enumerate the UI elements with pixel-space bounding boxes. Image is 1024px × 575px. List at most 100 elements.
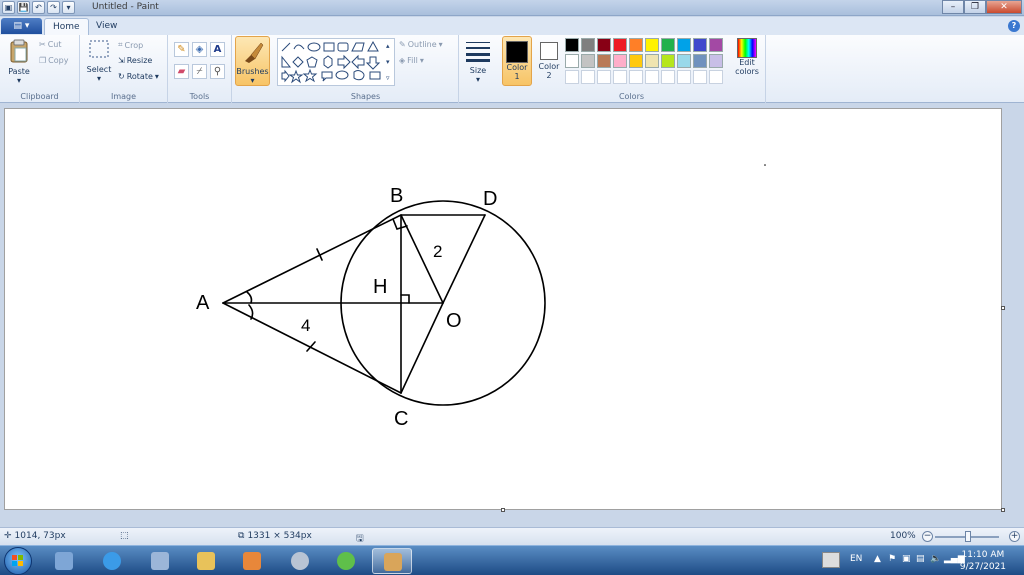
palette-swatch[interactable] <box>629 54 643 68</box>
resize-handle-corner[interactable] <box>1001 508 1005 512</box>
action-center-icon[interactable] <box>822 552 840 568</box>
taskbar-app-1[interactable] <box>44 548 84 574</box>
palette-swatch[interactable] <box>709 38 723 52</box>
start-button[interactable] <box>4 547 32 575</box>
palette-swatch[interactable] <box>597 70 611 84</box>
resize-button[interactable]: ⇲ Resize <box>118 56 152 65</box>
show-hidden-icons[interactable]: ▲ <box>874 554 881 564</box>
volume-icon[interactable]: 🔈 <box>930 554 941 564</box>
drawing-canvas[interactable]: A B D C H O 2 4 <box>4 108 1002 510</box>
tray-icon-1[interactable]: ⚑ <box>888 554 896 564</box>
zoom-slider-thumb[interactable] <box>965 531 971 542</box>
brushes-button[interactable]: Brushes ▾ <box>235 36 270 86</box>
tray-icon-2[interactable]: ▣ <box>902 554 911 564</box>
size-button[interactable]: Size ▾ <box>463 40 493 84</box>
palette-swatch[interactable] <box>661 54 675 68</box>
palette-swatch[interactable] <box>677 38 691 52</box>
tray-icon-3[interactable]: ▤ <box>916 554 925 564</box>
language-indicator[interactable]: EN <box>850 554 862 564</box>
paste-dropdown-icon[interactable]: ▾ <box>4 76 34 85</box>
size-dropdown-icon[interactable]: ▾ <box>463 75 493 84</box>
palette-swatch[interactable] <box>613 54 627 68</box>
tab-home[interactable]: Home <box>44 18 89 35</box>
customize-qat-icon[interactable]: ▾ <box>62 1 75 14</box>
palette-swatch[interactable] <box>709 70 723 84</box>
rotate-label: Rotate <box>126 72 153 81</box>
taskbar-app-7[interactable] <box>326 548 366 574</box>
taskbar-media-player[interactable] <box>232 548 272 574</box>
zoom-out-button[interactable]: − <box>922 531 933 542</box>
taskbar-paint[interactable] <box>372 548 412 574</box>
palette-swatch[interactable] <box>565 54 579 68</box>
tab-view[interactable]: View <box>88 18 125 35</box>
palette-swatch[interactable] <box>645 70 659 84</box>
zoom-in-button[interactable]: + <box>1009 531 1020 542</box>
palette-swatch[interactable] <box>597 54 611 68</box>
palette-swatch[interactable] <box>645 54 659 68</box>
palette-swatch[interactable] <box>629 70 643 84</box>
pencil-icon[interactable]: ✎ <box>174 42 189 57</box>
fill-bucket-icon[interactable]: ◈ <box>192 42 207 57</box>
brushes-dropdown-icon[interactable]: ▾ <box>236 76 269 85</box>
palette-swatch[interactable] <box>693 54 707 68</box>
eraser-icon[interactable]: ▰ <box>174 64 189 79</box>
taskbar-app-6[interactable] <box>280 548 320 574</box>
zoom-slider[interactable] <box>935 531 999 542</box>
palette-swatch[interactable] <box>709 54 723 68</box>
color2-button[interactable]: Color 2 <box>536 36 562 86</box>
rotate-icon: ↻ <box>118 72 125 81</box>
magnifier-icon[interactable]: ⚲ <box>210 64 225 79</box>
save-icon[interactable]: 💾 <box>17 1 30 14</box>
palette-swatch[interactable] <box>597 38 611 52</box>
select-button[interactable]: Select ▾ <box>84 39 114 83</box>
color-picker-icon[interactable]: ⌿ <box>192 64 207 79</box>
rotate-button[interactable]: ↻ Rotate ▾ <box>118 72 159 81</box>
paint-menu-button[interactable]: ▤ ▾ <box>1 18 42 34</box>
windows-logo-icon <box>12 555 23 566</box>
minimize-button[interactable]: – <box>942 0 964 14</box>
text-tool-icon[interactable]: A <box>210 42 225 57</box>
fill-button[interactable]: ◈ Fill ▾ <box>399 56 424 65</box>
paste-button[interactable]: Paste ▾ <box>4 39 34 85</box>
palette-swatch[interactable] <box>565 70 579 84</box>
palette-swatch[interactable] <box>613 70 627 84</box>
close-button[interactable]: ✕ <box>986 0 1022 14</box>
select-dropdown-icon[interactable]: ▾ <box>84 74 114 83</box>
palette-swatch[interactable] <box>645 38 659 52</box>
taskbar-app-3[interactable] <box>140 548 180 574</box>
cut-button[interactable]: ✂ Cut <box>39 40 62 49</box>
undo-icon[interactable]: ↶ <box>32 1 45 14</box>
palette-swatch[interactable] <box>661 70 675 84</box>
resize-handle-bottom[interactable] <box>501 508 505 512</box>
copy-button[interactable]: ❐ Copy <box>39 56 68 65</box>
help-icon[interactable]: ? <box>1008 20 1020 32</box>
color2-label-line1: Color <box>538 62 560 71</box>
palette-swatch[interactable] <box>693 70 707 84</box>
resize-label: Resize <box>126 56 153 65</box>
palette-swatch[interactable] <box>581 38 595 52</box>
crop-button[interactable]: ⌗ Crop <box>118 40 143 50</box>
palette-swatch[interactable] <box>693 38 707 52</box>
palette-swatch[interactable] <box>629 38 643 52</box>
redo-icon[interactable]: ↷ <box>47 1 60 14</box>
palette-swatch[interactable] <box>565 38 579 52</box>
outline-button[interactable]: ✎ Outline ▾ <box>399 40 443 49</box>
rotate-dropdown-icon[interactable]: ▾ <box>155 72 159 81</box>
palette-swatch[interactable] <box>661 38 675 52</box>
taskbar-internet-explorer[interactable] <box>92 548 132 574</box>
paint-app-icon[interactable]: ▣ <box>2 1 15 14</box>
color1-button[interactable]: Color 1 <box>502 36 532 86</box>
fill-dropdown-icon: ▾ <box>419 56 424 65</box>
palette-swatch[interactable] <box>613 38 627 52</box>
palette-swatch[interactable] <box>677 54 691 68</box>
shapes-gallery[interactable] <box>277 38 395 86</box>
palette-swatch[interactable] <box>677 70 691 84</box>
shapes-scroll-icon[interactable]: ▴ ▾ ▿ <box>386 38 390 86</box>
clock[interactable]: 11:10 AM 9/27/2021 <box>960 549 1006 573</box>
resize-handle-right[interactable] <box>1001 306 1005 310</box>
maximize-button[interactable]: ❐ <box>964 0 986 14</box>
palette-swatch[interactable] <box>581 70 595 84</box>
taskbar-file-explorer[interactable] <box>186 548 226 574</box>
edit-colors-button[interactable]: Edit colors <box>732 38 762 76</box>
palette-swatch[interactable] <box>581 54 595 68</box>
